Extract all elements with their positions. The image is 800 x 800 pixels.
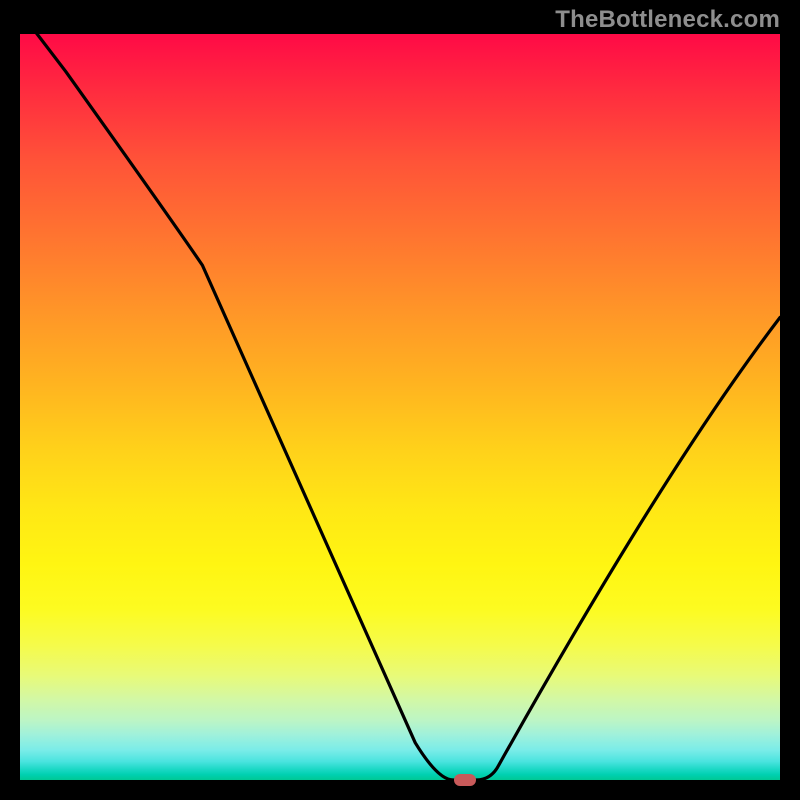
curve-svg	[20, 34, 780, 780]
plot-area	[20, 34, 780, 780]
chart-container: TheBottleneck.com	[0, 0, 800, 800]
optimum-marker	[454, 774, 476, 786]
bottleneck-curve-path	[20, 34, 780, 780]
watermark-text: TheBottleneck.com	[555, 6, 780, 34]
